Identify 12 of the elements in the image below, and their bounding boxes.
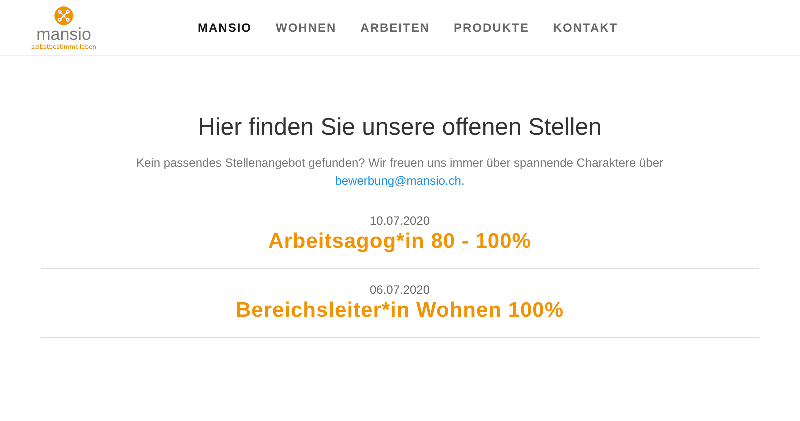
intro-text: Kein passendes Stellenangebot gefunden? Wir freuen uns immer über spannende Charaktere über bewerbung@mansio.ch. — [135, 155, 664, 190]
nav-link[interactable]: KONTAKT — [553, 20, 618, 34]
nav-link[interactable]: ARBEITEN — [360, 20, 430, 34]
nav-link[interactable]: PRODUKTE — [454, 20, 530, 34]
job-date: 06.07.2020 — [370, 283, 430, 297]
email-link[interactable]: bewerbung@mansio.ch — [335, 174, 462, 188]
nav-link[interactable]: MANSIO — [198, 20, 252, 34]
job-date: 10.07.2020 — [370, 214, 430, 228]
nav-link[interactable]: WOHNEN — [276, 20, 337, 34]
logo-icon — [54, 6, 74, 26]
page-heading: Hier finden Sie unsere offenen Stellen — [198, 114, 602, 142]
logo-name: mansio — [36, 26, 92, 44]
